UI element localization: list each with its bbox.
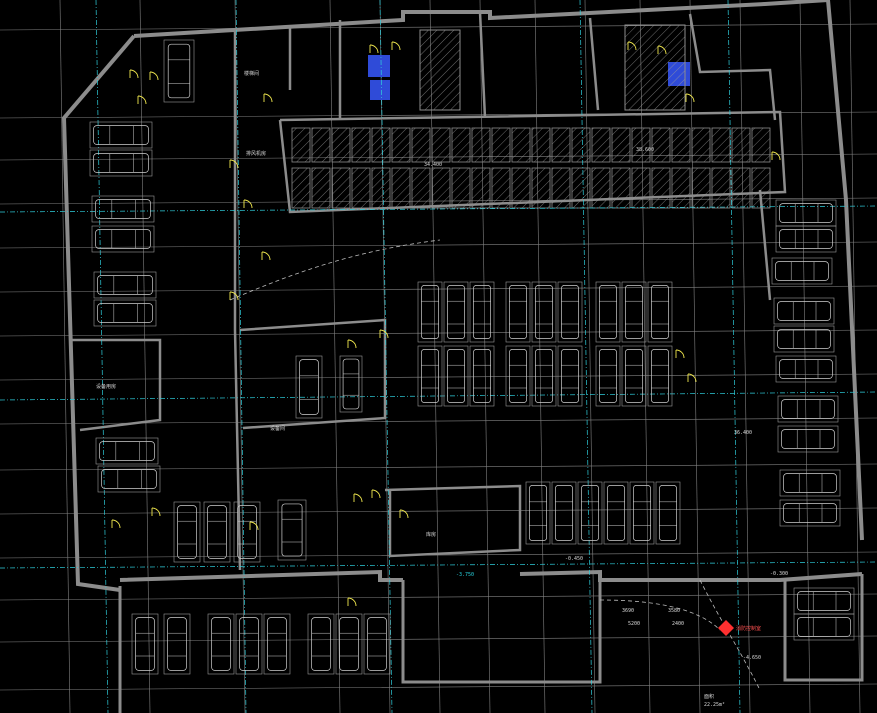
storage-unit [391, 167, 411, 209]
storage-unit [611, 127, 631, 163]
storage-unit [291, 167, 311, 209]
stair-core-west-2 [370, 80, 390, 100]
dim-label-h: 5200 [628, 621, 640, 627]
storage-unit [471, 167, 491, 209]
fire-marker-label: 消防控制室 [736, 625, 761, 632]
storage-unit [451, 127, 471, 163]
stair-core-west [368, 55, 390, 77]
storage-unit [571, 167, 591, 209]
note-equipment: 设备用房 [96, 383, 116, 390]
stair-hatch-west [419, 29, 461, 111]
floor-plan-drawing: 消防控制室 34.400 38.600 -3.750 -0.450 36.400… [0, 0, 877, 713]
storage-unit [431, 127, 451, 163]
storage-unit [591, 127, 611, 163]
storage-unit [371, 167, 391, 209]
storage-unit [411, 127, 431, 163]
storage-unit [651, 167, 671, 209]
area-label: 22.25m² [704, 702, 725, 708]
storage-unit [531, 127, 551, 163]
dim-label-g: 3580 [668, 608, 680, 614]
storage-unit [371, 127, 391, 163]
storage-unit [651, 127, 671, 163]
stair-hatch-east [624, 24, 686, 111]
storage-unit [511, 167, 531, 209]
dim-label-k: -0.300 [770, 571, 788, 577]
note-exhaust: 排风机房 [246, 150, 266, 157]
storage-unit [711, 127, 731, 163]
dim-label-a: 34.400 [424, 162, 442, 168]
note-equip-room: 设备间 [270, 425, 285, 432]
dim-label-b: 38.600 [636, 147, 654, 153]
dim-label-c: -3.750 [456, 572, 474, 578]
storage-unit [631, 127, 651, 163]
dim-label-d: -0.450 [565, 556, 583, 562]
storage-unit [491, 167, 511, 209]
dim-label-f: 3690 [622, 608, 634, 614]
storage-unit [751, 167, 771, 209]
storage-unit [731, 167, 751, 209]
storage-unit [671, 127, 691, 163]
note-storage: 库房 [426, 531, 436, 538]
storage-unit [551, 127, 571, 163]
storage-unit [311, 167, 331, 209]
storage-unit [351, 167, 371, 209]
dim-label-j: -4.650 [743, 655, 761, 661]
storage-unit [631, 167, 651, 209]
area-prefix: 面积 [704, 693, 714, 700]
storage-unit [511, 127, 531, 163]
storage-unit [431, 167, 451, 209]
dim-label-e: 36.400 [734, 430, 752, 436]
storage-unit [331, 127, 351, 163]
dim-label-i: 2400 [672, 621, 684, 627]
storage-unit [611, 167, 631, 209]
storage-unit [311, 127, 331, 163]
storage-unit [571, 127, 591, 163]
storage-unit [331, 167, 351, 209]
storage-unit [751, 127, 771, 163]
storage-unit [691, 127, 711, 163]
storage-unit [531, 167, 551, 209]
storage-unit [351, 127, 371, 163]
storage-unit [391, 127, 411, 163]
storage-unit [731, 127, 751, 163]
note-stairs: 楼梯间 [244, 70, 259, 77]
storage-unit [291, 127, 311, 163]
storage-unit [671, 167, 691, 209]
storage-unit [711, 167, 731, 209]
storage-unit [551, 167, 571, 209]
storage-unit [691, 167, 711, 209]
storage-unit [591, 167, 611, 209]
storage-unit [451, 167, 471, 209]
storage-unit [471, 127, 491, 163]
storage-unit [411, 167, 431, 209]
storage-unit [491, 127, 511, 163]
